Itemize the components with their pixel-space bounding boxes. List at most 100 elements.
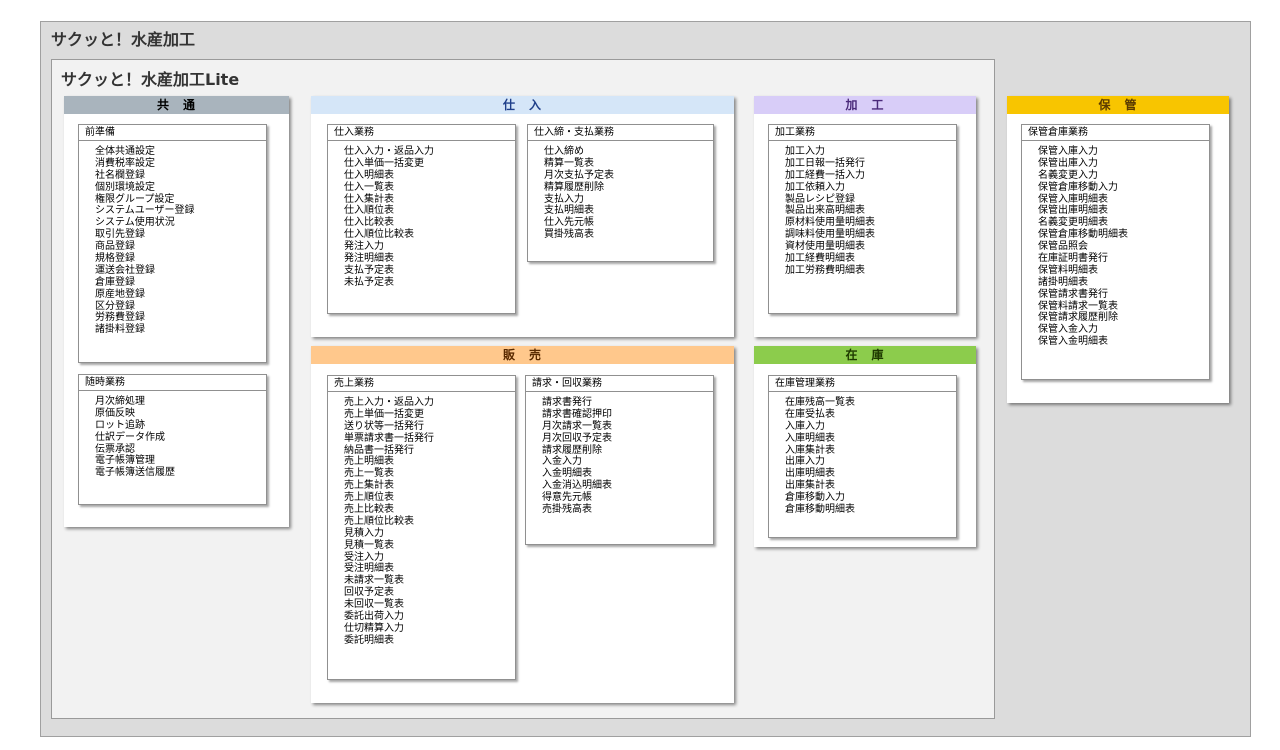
menu-item[interactable]: 月次締処理 [79,396,266,408]
menu-item[interactable]: 諸掛明細表 [1022,277,1209,289]
menu-item[interactable]: 入庫明細表 [769,433,956,445]
menu-item[interactable]: ロット追跡 [79,420,266,432]
menu-item[interactable]: 在庫残高一覧表 [769,397,956,409]
menu-item[interactable]: 個別環境設定 [79,182,266,194]
menu-item[interactable]: 仕入明細表 [328,170,515,182]
menu-item[interactable]: 売上集計表 [328,480,515,492]
menu-item[interactable]: 保管入庫明細表 [1022,194,1209,206]
menu-item[interactable]: 倉庫移動明細表 [769,504,956,516]
menu-item[interactable]: 支払入力 [528,194,713,206]
menu-item[interactable]: 製品出来高明細表 [769,205,956,217]
menu-item[interactable]: 原産地登録 [79,289,266,301]
menu-item[interactable]: 回収予定表 [328,587,515,599]
menu-item[interactable]: 権限グループ設定 [79,194,266,206]
menu-item[interactable]: 調味料使用量明細表 [769,229,956,241]
menu-item[interactable]: 名義変更明細表 [1022,217,1209,229]
menu-item[interactable]: 加工日報一括発行 [769,158,956,170]
menu-item[interactable]: 仕入順位表 [328,205,515,217]
menu-item[interactable]: 保管品照会 [1022,241,1209,253]
menu-item[interactable]: 受注明細表 [328,563,515,575]
menu-item[interactable]: 名義変更入力 [1022,170,1209,182]
menu-item[interactable]: 精算履歴削除 [528,182,713,194]
menu-item[interactable]: 商品登録 [79,241,266,253]
menu-item[interactable]: 出庫集計表 [769,480,956,492]
menu-item[interactable]: 売掛残高表 [526,504,713,516]
menu-item[interactable]: 出庫入力 [769,456,956,468]
menu-item[interactable]: 未請求一覧表 [328,575,515,587]
menu-item[interactable]: 発注入力 [328,241,515,253]
menu-item[interactable]: 発注明細表 [328,253,515,265]
menu-item[interactable]: 保管入金明細表 [1022,336,1209,348]
menu-item[interactable]: 見積入力 [328,528,515,540]
menu-item[interactable]: 売上明細表 [328,456,515,468]
menu-item[interactable]: 精算一覧表 [528,158,713,170]
menu-item[interactable]: 仕入締め [528,146,713,158]
menu-item[interactable]: 入金明細表 [526,468,713,480]
menu-item[interactable]: 労務費登録 [79,312,266,324]
menu-item[interactable]: 加工経費明細表 [769,253,956,265]
menu-item[interactable]: 受注入力 [328,552,515,564]
menu-item[interactable]: 入金消込明細表 [526,480,713,492]
menu-item[interactable]: 仕訳データ作成 [79,432,266,444]
menu-item[interactable]: 全体共通設定 [79,146,266,158]
menu-item[interactable]: 見積一覧表 [328,540,515,552]
menu-item[interactable]: 保管出庫明細表 [1022,205,1209,217]
menu-item[interactable]: 保管請求履歴削除 [1022,312,1209,324]
menu-item[interactable]: 電子帳簿管理 [79,455,266,467]
menu-item[interactable]: 売上比較表 [328,504,515,516]
menu-item[interactable]: 資材使用量明細表 [769,241,956,253]
menu-item[interactable]: 支払予定表 [328,265,515,277]
menu-item[interactable]: 加工労務費明細表 [769,265,956,277]
menu-item[interactable]: 売上順位表 [328,492,515,504]
menu-item[interactable]: 原材料使用量明細表 [769,217,956,229]
menu-item[interactable]: 買掛残高表 [528,229,713,241]
menu-item[interactable]: 月次請求一覧表 [526,421,713,433]
menu-item[interactable]: 未払予定表 [328,277,515,289]
menu-item[interactable]: 社名欄登録 [79,170,266,182]
menu-item[interactable]: 仕入集計表 [328,194,515,206]
menu-item[interactable]: 月次回収予定表 [526,433,713,445]
menu-item[interactable]: 未回収一覧表 [328,599,515,611]
menu-item[interactable]: 売上一覧表 [328,468,515,480]
menu-item[interactable]: 製品レシピ登録 [769,194,956,206]
menu-item[interactable]: システム使用状況 [79,217,266,229]
menu-item[interactable]: 委託明細表 [328,635,515,647]
menu-item[interactable]: 請求書確認押印 [526,409,713,421]
menu-item[interactable]: 規格登録 [79,253,266,265]
menu-item[interactable]: 仕入入力・返品入力 [328,146,515,158]
menu-item[interactable]: 加工経費一括入力 [769,170,956,182]
menu-item[interactable]: 月次支払予定表 [528,170,713,182]
menu-item[interactable]: 保管倉庫移動明細表 [1022,229,1209,241]
menu-item[interactable]: 在庫証明書発行 [1022,253,1209,265]
menu-item[interactable]: 取引先登録 [79,229,266,241]
menu-item[interactable]: 保管料明細表 [1022,265,1209,277]
menu-item[interactable]: 単票請求書一括発行 [328,433,515,445]
menu-item[interactable]: 仕入順位比較表 [328,229,515,241]
menu-item[interactable]: 得意先元帳 [526,492,713,504]
menu-item[interactable]: 納品書一括発行 [328,445,515,457]
menu-item[interactable]: 出庫明細表 [769,468,956,480]
menu-item[interactable]: 保管入庫入力 [1022,146,1209,158]
menu-item[interactable]: 保管入金入力 [1022,324,1209,336]
menu-item[interactable]: 支払明細表 [528,205,713,217]
menu-item[interactable]: 仕入一覧表 [328,182,515,194]
menu-item[interactable]: 倉庫登録 [79,277,266,289]
menu-item[interactable]: 電子帳簿送信履歴 [79,467,266,479]
menu-item[interactable]: 伝票承認 [79,444,266,456]
menu-item[interactable]: 加工入力 [769,146,956,158]
menu-item[interactable]: 加工依頼入力 [769,182,956,194]
menu-item[interactable]: 在庫受払表 [769,409,956,421]
menu-item[interactable]: 送り状等一括発行 [328,421,515,433]
menu-item[interactable]: 仕切精算入力 [328,623,515,635]
menu-item[interactable]: システムユーザー登録 [79,205,266,217]
menu-item[interactable]: 原価反映 [79,408,266,420]
menu-item[interactable]: 売上単価一括変更 [328,409,515,421]
menu-item[interactable]: 売上入力・返品入力 [328,397,515,409]
menu-item[interactable]: 委託出荷入力 [328,611,515,623]
menu-item[interactable]: 運送会社登録 [79,265,266,277]
menu-item[interactable]: 保管出庫入力 [1022,158,1209,170]
menu-item[interactable]: 売上順位比較表 [328,516,515,528]
menu-item[interactable]: 入庫入力 [769,421,956,433]
menu-item[interactable]: 請求履歴削除 [526,445,713,457]
menu-item[interactable]: 保管倉庫移動入力 [1022,182,1209,194]
